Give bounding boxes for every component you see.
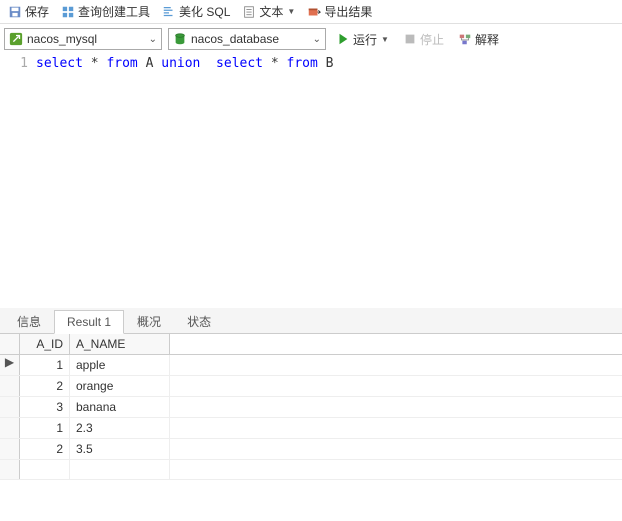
table-row[interactable]: ▶1apple xyxy=(0,355,622,376)
query-builder-label: 查询创建工具 xyxy=(78,3,150,20)
tab-status[interactable]: 状态 xyxy=(174,309,224,333)
beautify-label: 美化 SQL xyxy=(179,3,230,20)
explain-label: 解释 xyxy=(475,31,499,48)
table-row[interactable]: 12.3 xyxy=(0,418,622,439)
line-number-gutter: 1 xyxy=(0,54,36,308)
line-number: 1 xyxy=(0,56,28,71)
cell-id[interactable]: 2 xyxy=(20,439,70,459)
query-builder-icon xyxy=(61,5,75,19)
chevron-down-icon: ▼ xyxy=(287,7,295,16)
result-tabbar: 信息 Result 1 概况 状态 xyxy=(0,308,622,334)
cell-name[interactable]: apple xyxy=(70,355,170,375)
cell-id[interactable]: 1 xyxy=(20,355,70,375)
stop-button[interactable]: 停止 xyxy=(399,30,448,49)
tab-info[interactable]: 信息 xyxy=(4,309,54,333)
text-label: 文本 xyxy=(259,3,283,20)
row-handle[interactable] xyxy=(0,397,20,417)
beautify-icon xyxy=(162,5,176,19)
stop-icon xyxy=(403,32,417,46)
table-row[interactable]: 2orange xyxy=(0,376,622,397)
connection-text: nacos_mysql xyxy=(27,32,149,46)
cell-id[interactable]: 2 xyxy=(20,376,70,396)
grid-row-empty xyxy=(0,460,622,480)
tab-result[interactable]: Result 1 xyxy=(54,310,124,334)
cell-name[interactable]: 2.3 xyxy=(70,418,170,438)
explain-icon xyxy=(458,32,472,46)
sql-editor[interactable]: 1 select * from A union select * from B xyxy=(0,54,622,308)
save-label: 保存 xyxy=(25,3,49,20)
cell-name[interactable]: orange xyxy=(70,376,170,396)
cell-name[interactable]: 3.5 xyxy=(70,439,170,459)
save-icon xyxy=(8,5,22,19)
result-grid: A_ID A_NAME ▶1apple2orange3banana12.323.… xyxy=(0,334,622,480)
table-row[interactable]: 3banana xyxy=(0,397,622,418)
query-builder-button[interactable]: 查询创建工具 xyxy=(57,2,154,21)
row-handle-header xyxy=(0,334,20,354)
play-icon xyxy=(336,32,350,46)
grid-body: ▶1apple2orange3banana12.323.5 xyxy=(0,355,622,460)
run-button[interactable]: 运行 ▼ xyxy=(332,30,393,49)
cell-name[interactable]: banana xyxy=(70,397,170,417)
row-handle[interactable]: ▶ xyxy=(0,355,20,375)
cell-id[interactable]: 3 xyxy=(20,397,70,417)
main-toolbar: 保存 查询创建工具 美化 SQL 文本 ▼ 导出结果 xyxy=(0,0,622,24)
tab-profile[interactable]: 概况 xyxy=(124,309,174,333)
explain-button[interactable]: 解释 xyxy=(454,30,503,49)
code-line: select * from A union select * from B xyxy=(36,54,333,308)
beautify-button[interactable]: 美化 SQL xyxy=(158,2,234,21)
row-handle[interactable] xyxy=(0,418,20,438)
row-handle[interactable] xyxy=(0,439,20,459)
save-button[interactable]: 保存 xyxy=(4,2,53,21)
chevron-down-icon: ▼ xyxy=(381,35,389,44)
connection-toolbar: nacos_mysql ⌄ nacos_database ⌄ 运行 ▼ 停止 解… xyxy=(0,24,622,54)
column-header[interactable]: A_ID xyxy=(20,334,70,354)
row-handle[interactable] xyxy=(0,376,20,396)
chevron-down-icon: ⌄ xyxy=(149,34,157,45)
run-label: 运行 xyxy=(353,31,377,48)
database-dropdown[interactable]: nacos_database ⌄ xyxy=(168,28,326,50)
stop-label: 停止 xyxy=(420,31,444,48)
export-button[interactable]: 导出结果 xyxy=(303,2,376,21)
database-icon xyxy=(173,32,187,46)
grid-header-row: A_ID A_NAME xyxy=(0,334,622,355)
connection-dropdown[interactable]: nacos_mysql ⌄ xyxy=(4,28,162,50)
database-text: nacos_database xyxy=(191,32,313,46)
document-icon xyxy=(242,5,256,19)
export-label: 导出结果 xyxy=(324,3,372,20)
chevron-down-icon: ⌄ xyxy=(313,34,321,45)
table-row[interactable]: 23.5 xyxy=(0,439,622,460)
column-header[interactable]: A_NAME xyxy=(70,334,170,354)
cell-id[interactable]: 1 xyxy=(20,418,70,438)
connection-icon xyxy=(9,32,23,46)
export-icon xyxy=(307,5,321,19)
text-button[interactable]: 文本 ▼ xyxy=(238,2,299,21)
